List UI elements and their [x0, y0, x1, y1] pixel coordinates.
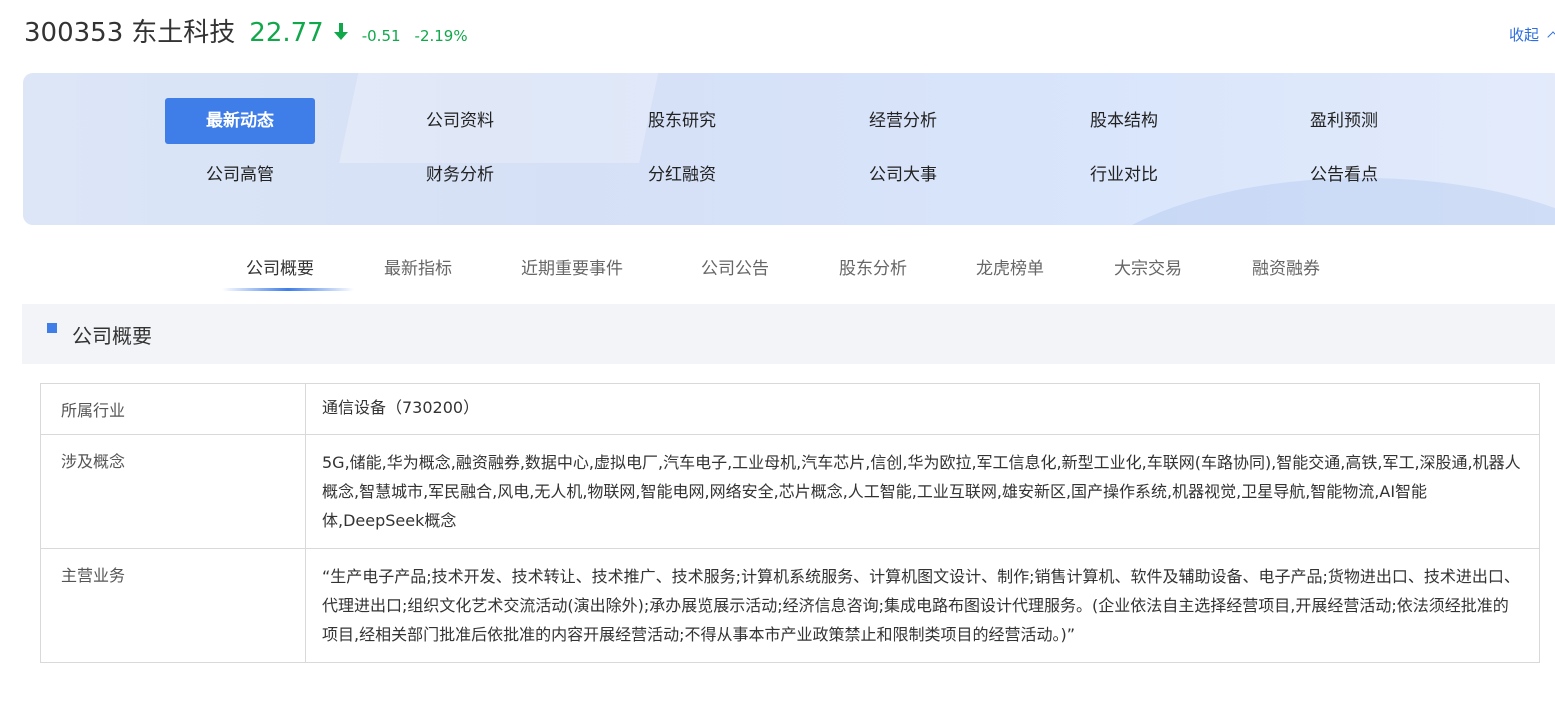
sub-tab-bar: 公司概要 最新指标 近期重要事件 公司公告 股东分析 龙虎榜单 大宗交易 融资融…: [0, 246, 1555, 291]
row-value: 5G,储能,华为概念,融资融券,数据中心,虚拟电厂,汽车电子,工业母机,汽车芯片…: [305, 434, 1540, 549]
price-change: -0.51: [361, 27, 401, 45]
company-overview-table: 所属行业 通信设备（730200） 涉及概念 5G,储能,华为概念,融资融券,数…: [40, 383, 1540, 663]
section-marker-icon: [47, 323, 57, 333]
tab-dragon-tiger-list[interactable]: 龙虎榜单: [976, 254, 1044, 279]
tab-company-overview[interactable]: 公司概要: [246, 254, 314, 279]
nav-item-announcement-highlights[interactable]: 公告看点: [1269, 155, 1419, 195]
tab-company-announcements[interactable]: 公司公告: [701, 254, 769, 279]
row-key: 涉及概念: [40, 434, 306, 549]
collapse-label: 收起: [1508, 26, 1539, 44]
nav-item-shareholder-research[interactable]: 股东研究: [607, 101, 757, 141]
table-row: 涉及概念 5G,储能,华为概念,融资融券,数据中心,虚拟电厂,汽车电子,工业母机…: [40, 434, 1540, 549]
nav-item-operation-analysis[interactable]: 经营分析: [828, 101, 978, 141]
arrow-down-icon: [333, 21, 348, 43]
tab-shareholder-analysis[interactable]: 股东分析: [839, 254, 907, 279]
row-value: “生产电子产品;技术开发、技术转让、技术推广、技术服务;计算机系统服务、计算机图…: [305, 548, 1540, 663]
chevron-up-icon: [1547, 30, 1555, 43]
tab-latest-indicators[interactable]: 最新指标: [384, 254, 452, 279]
stock-header: 300353 东土科技 22.77 -0.51 -2.19%: [24, 12, 468, 52]
nav-item-major-events[interactable]: 公司大事: [828, 155, 978, 195]
section-header: 公司概要: [22, 304, 1555, 364]
stock-price: 22.77: [249, 18, 324, 48]
collapse-button[interactable]: 收起: [1509, 24, 1555, 45]
nav-item-share-structure[interactable]: 股本结构: [1049, 101, 1199, 141]
nav-panel: 最新动态 公司资料 股东研究 经营分析 股本结构 盈利预测 公司高管 财务分析 …: [23, 73, 1555, 225]
row-value: 通信设备（730200）: [305, 383, 1540, 435]
nav-item-financial-analysis[interactable]: 财务分析: [385, 155, 535, 195]
nav-item-industry-comparison[interactable]: 行业对比: [1049, 155, 1199, 195]
nav-item-latest-news[interactable]: 最新动态: [165, 98, 315, 144]
nav-item-company-profile[interactable]: 公司资料: [385, 101, 535, 141]
stock-name: 东土科技: [131, 18, 236, 48]
tab-margin-trading[interactable]: 融资融券: [1252, 254, 1320, 279]
table-row: 所属行业 通信设备（730200）: [40, 383, 1540, 435]
tab-recent-events[interactable]: 近期重要事件: [521, 254, 623, 279]
row-key: 主营业务: [40, 548, 306, 663]
nav-item-executives[interactable]: 公司高管: [165, 155, 315, 195]
section-title: 公司概要: [72, 324, 152, 348]
price-change-percent: -2.19%: [414, 27, 468, 45]
active-tab-underline: [222, 288, 354, 291]
nav-item-dividend-financing[interactable]: 分红融资: [607, 155, 757, 195]
table-row: 主营业务 “生产电子产品;技术开发、技术转让、技术推广、技术服务;计算机系统服务…: [40, 548, 1540, 663]
tab-block-trades[interactable]: 大宗交易: [1114, 254, 1182, 279]
stock-code: 300353: [24, 18, 124, 48]
row-key: 所属行业: [40, 383, 306, 435]
nav-item-profit-forecast[interactable]: 盈利预测: [1269, 101, 1419, 141]
